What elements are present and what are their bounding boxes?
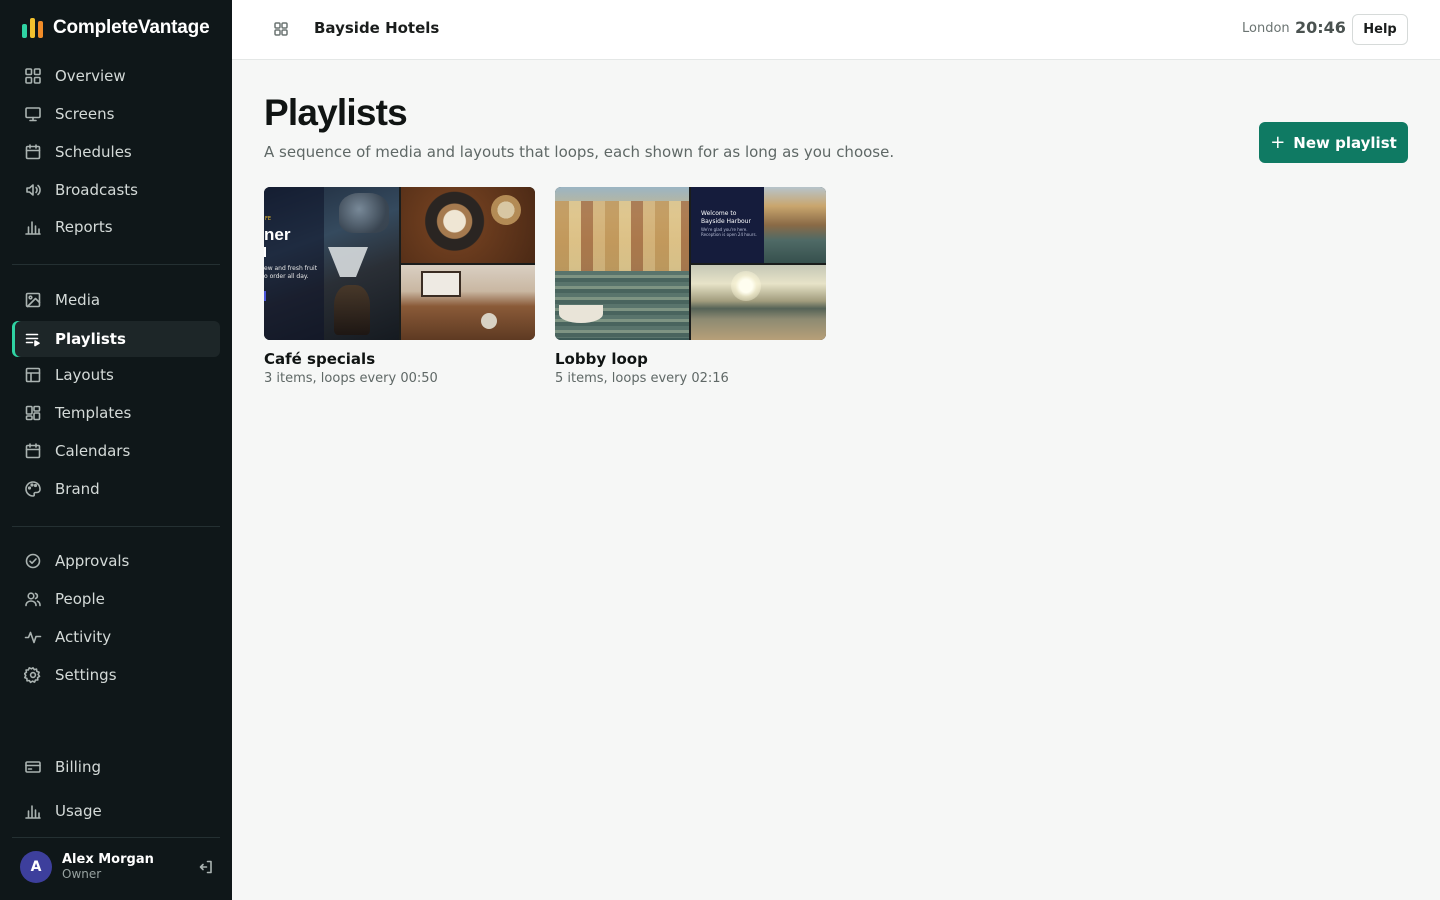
sidebar-item-label: Broadcasts bbox=[55, 181, 138, 199]
sidebar-item-overview[interactable]: Overview bbox=[12, 58, 220, 94]
page-subtitle: A sequence of media and layouts that loo… bbox=[264, 143, 895, 161]
sidebar-item-people[interactable]: People bbox=[12, 581, 220, 617]
clock-time: 20:46 bbox=[1295, 18, 1346, 37]
sidebar: CompleteVantage Overview Screens Schedul… bbox=[0, 0, 232, 900]
playlist-name: Lobby loop bbox=[555, 350, 648, 368]
playlist-thumbnail: FE ner ew and fresh fruit o order all da… bbox=[264, 187, 535, 340]
sidebar-item-playlists[interactable]: Playlists bbox=[12, 321, 220, 357]
sidebar-divider bbox=[12, 526, 220, 527]
monitor-icon bbox=[24, 105, 42, 123]
thumb-body: ew and fresh fruit o order all day. bbox=[264, 265, 318, 281]
thumb-kicker: FE bbox=[265, 216, 272, 222]
avatar: A bbox=[20, 851, 52, 883]
user-role: Owner bbox=[62, 866, 102, 881]
user-profile[interactable]: A Alex Morgan Owner bbox=[20, 851, 216, 883]
sidebar-item-label: People bbox=[55, 590, 105, 608]
sidebar-item-broadcasts[interactable]: Broadcasts bbox=[12, 172, 220, 208]
sidebar-item-approvals[interactable]: Approvals bbox=[12, 543, 220, 579]
thumb-headline: Welcome to Bayside Harbour bbox=[701, 210, 751, 225]
clock-city: London bbox=[1242, 21, 1290, 36]
calendar-icon bbox=[24, 442, 42, 460]
sidebar-item-label: Overview bbox=[55, 67, 126, 85]
calendar-icon bbox=[24, 143, 42, 161]
sidebar-item-label: Screens bbox=[55, 105, 115, 123]
sidebar-item-label: Approvals bbox=[55, 552, 130, 570]
user-name: Alex Morgan bbox=[62, 851, 154, 867]
sidebar-item-label: Playlists bbox=[55, 330, 126, 348]
bar-chart-icon bbox=[24, 218, 42, 236]
grid-icon bbox=[24, 67, 42, 85]
sidebar-divider bbox=[12, 264, 220, 265]
sidebar-item-media[interactable]: Media bbox=[12, 282, 220, 318]
sidebar-item-label: Media bbox=[55, 291, 101, 309]
help-button[interactable]: Help bbox=[1352, 14, 1408, 45]
sidebar-item-usage[interactable]: Usage bbox=[12, 793, 220, 829]
gear-icon bbox=[24, 666, 42, 684]
playlist-icon bbox=[24, 330, 42, 348]
sidebar-item-label: Brand bbox=[55, 480, 100, 498]
brand-mark-icon bbox=[22, 18, 43, 38]
bar-chart-icon bbox=[24, 802, 42, 820]
new-playlist-button[interactable]: + New playlist bbox=[1259, 122, 1408, 163]
speaker-icon bbox=[24, 181, 42, 199]
sidebar-item-reports[interactable]: Reports bbox=[12, 209, 220, 245]
sidebar-item-layouts[interactable]: Layouts bbox=[12, 357, 220, 393]
playlist-card-cafe-specials[interactable]: FE ner ew and fresh fruit o order all da… bbox=[264, 187, 535, 386]
sidebar-item-screens[interactable]: Screens bbox=[12, 96, 220, 132]
credit-card-icon bbox=[24, 758, 42, 776]
playlist-name: Café specials bbox=[264, 350, 376, 368]
sidebar-item-label: Reports bbox=[55, 218, 113, 236]
brand-logo[interactable]: CompleteVantage bbox=[22, 16, 210, 40]
sidebar-item-label: Usage bbox=[55, 802, 102, 820]
workspace-switcher-icon[interactable] bbox=[272, 20, 290, 38]
sidebar-item-label: Activity bbox=[55, 628, 112, 646]
sidebar-item-settings[interactable]: Settings bbox=[12, 657, 220, 693]
sidebar-item-label: Templates bbox=[55, 404, 132, 422]
page-title: Playlists bbox=[264, 92, 408, 133]
sidebar-item-label: Billing bbox=[55, 758, 101, 776]
layout-icon bbox=[24, 366, 42, 384]
thumb-body: We're glad you're here. Reception is ope… bbox=[701, 227, 757, 238]
sidebar-item-label: Schedules bbox=[55, 143, 132, 161]
workspace-name[interactable]: Bayside Hotels bbox=[314, 19, 439, 37]
new-playlist-label: New playlist bbox=[1293, 133, 1397, 152]
brand-name: CompleteVantage bbox=[53, 17, 210, 38]
sidebar-divider bbox=[12, 837, 220, 838]
sidebar-item-schedules[interactable]: Schedules bbox=[12, 134, 220, 170]
plus-icon: + bbox=[1270, 131, 1286, 153]
sidebar-item-label: Layouts bbox=[55, 366, 114, 384]
palette-icon bbox=[24, 480, 42, 498]
sidebar-item-calendars[interactable]: Calendars bbox=[12, 433, 220, 469]
playlist-meta: 3 items, loops every 00:50 bbox=[264, 371, 438, 386]
sidebar-item-templates[interactable]: Templates bbox=[12, 395, 220, 431]
logout-icon[interactable] bbox=[196, 857, 216, 877]
sidebar-item-activity[interactable]: Activity bbox=[12, 619, 220, 655]
templates-icon bbox=[24, 404, 42, 422]
playlist-card-lobby-loop[interactable]: Welcome to Bayside Harbour We're glad yo… bbox=[555, 187, 826, 386]
sidebar-item-billing[interactable]: Billing bbox=[12, 749, 220, 785]
thumb-headline: ner bbox=[264, 225, 291, 244]
sidebar-item-brand[interactable]: Brand bbox=[12, 471, 220, 507]
playlist-meta: 5 items, loops every 02:16 bbox=[555, 371, 729, 386]
activity-icon bbox=[24, 628, 42, 646]
image-icon bbox=[24, 291, 42, 309]
users-icon bbox=[24, 590, 42, 608]
sidebar-item-label: Calendars bbox=[55, 442, 131, 460]
sidebar-item-label: Settings bbox=[55, 666, 117, 684]
topbar: Bayside Hotels London 20:46 Help bbox=[232, 0, 1440, 60]
playlist-thumbnail: Welcome to Bayside Harbour We're glad yo… bbox=[555, 187, 826, 340]
check-circle-icon bbox=[24, 552, 42, 570]
